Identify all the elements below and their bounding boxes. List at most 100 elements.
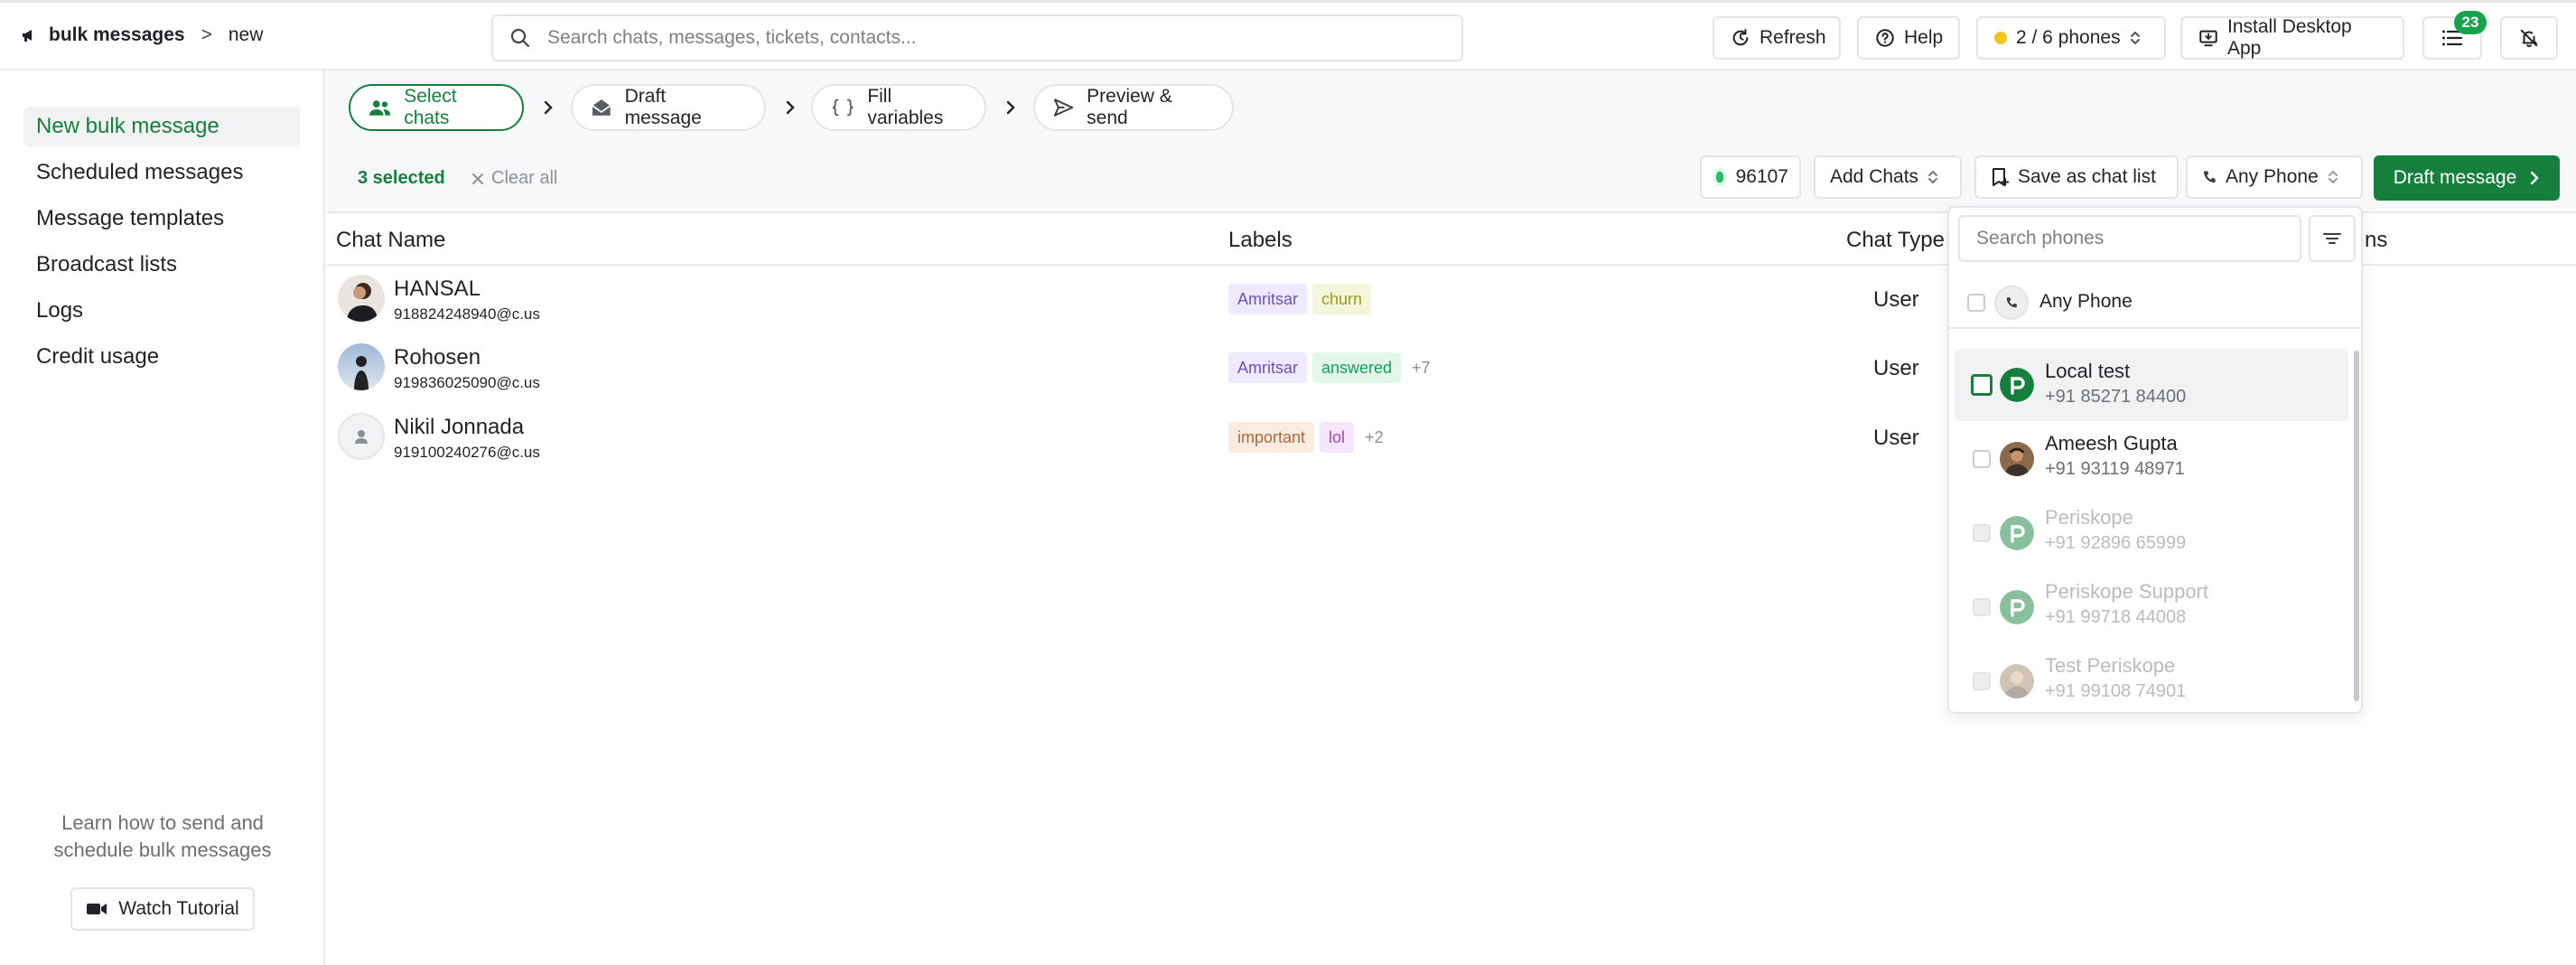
sidebar-item-logs[interactable]: Logs <box>23 291 300 331</box>
watch-tutorial-button[interactable]: Watch Tutorial <box>70 887 255 931</box>
phone-dropdown: Any Phone Local test +91 85271 84400 Ame… <box>1947 206 2363 714</box>
search-icon <box>510 28 530 48</box>
step-label: Fill variables <box>867 86 944 128</box>
phone-option[interactable]: Ameesh Gupta +91 93119 48971 <box>1955 423 2348 495</box>
breadcrumb-new: new <box>228 24 264 45</box>
checkbox[interactable] <box>1967 294 1985 312</box>
phone-number: +91 92896 65999 <box>2045 533 2187 553</box>
install-desktop-button[interactable]: Install Desktop App <box>2180 16 2404 60</box>
phone-name: Periskope <box>2045 506 2133 529</box>
step-label: Preview & send <box>1087 86 1172 128</box>
phone-option-disabled: Periskope +91 92896 65999 <box>1955 497 2348 569</box>
phone-icon <box>1994 286 2029 320</box>
save-chat-list-button[interactable]: Save as chat list <box>1974 155 2179 199</box>
breadcrumb-separator: > <box>201 24 212 45</box>
dropdown-scrollbar[interactable] <box>2354 351 2359 701</box>
video-camera-icon <box>87 904 107 914</box>
credits-balance: 96107 <box>1700 155 1801 199</box>
label-chip[interactable]: churn <box>1312 284 1372 314</box>
step-select-chats[interactable]: Select chats <box>349 84 524 131</box>
chevron-right-icon <box>544 100 553 115</box>
chat-type: User <box>1873 287 1919 312</box>
phone-option-any[interactable]: Any Phone <box>1949 276 2361 329</box>
wizard-steps: Select chats Draft message Fill variable… <box>327 70 2576 145</box>
checkbox[interactable] <box>1971 374 1993 396</box>
column-labels[interactable]: Labels <box>1228 228 1293 253</box>
add-chats-button[interactable]: Add Chats <box>1814 155 1962 199</box>
step-fill-variables[interactable]: Fill variables <box>811 84 986 131</box>
phone-name: Test Periskope <box>2045 654 2176 677</box>
phone-name: Local test <box>2045 360 2131 382</box>
chevron-updown-icon <box>1928 170 1938 184</box>
chat-id: 919100240276@c.us <box>394 444 540 461</box>
column-partial[interactable]: ns <box>2365 228 2387 253</box>
sidebar-item-scheduled-messages[interactable]: Scheduled messages <box>23 153 300 192</box>
draft-message-label: Draft message <box>2393 167 2517 188</box>
chat-labels: Amritsar answered +7 <box>1228 352 1431 383</box>
step-draft-message[interactable]: Draft message <box>571 84 766 131</box>
sidebar-item-new-bulk-message[interactable]: New bulk message <box>23 107 300 146</box>
column-chat-type[interactable]: Chat Type <box>1846 228 1945 253</box>
sidebar-item-broadcast-lists[interactable]: Broadcast lists <box>23 245 300 285</box>
phone-filter-label: Any Phone <box>2226 166 2319 187</box>
step-preview-send[interactable]: Preview & send <box>1033 84 1234 131</box>
global-search[interactable] <box>491 14 1463 61</box>
breadcrumb-bulk-messages[interactable]: bulk messages <box>49 24 185 46</box>
phone-number: +91 99718 44008 <box>2045 607 2187 627</box>
column-chat-name[interactable]: Chat Name <box>336 228 445 253</box>
envelope-open-icon <box>592 99 611 116</box>
chat-name: Rohosen <box>394 345 481 370</box>
periskope-logo-icon <box>2000 590 2034 624</box>
notification-count-badge: 23 <box>2454 11 2487 34</box>
phones-selector[interactable]: 2 / 6 phones <box>1976 16 2166 60</box>
more-labels-count[interactable]: +2 <box>1365 428 1384 447</box>
refresh-icon <box>1732 28 1749 46</box>
braces-icon <box>832 98 854 117</box>
checkbox-disabled <box>1973 524 1991 542</box>
phone-number: +91 99108 74901 <box>2045 681 2187 701</box>
label-chip[interactable]: Amritsar <box>1228 352 1307 383</box>
refresh-label: Refresh <box>1759 27 1826 48</box>
checkbox[interactable] <box>1973 450 1991 468</box>
label-chip[interactable]: answered <box>1312 352 1402 383</box>
phone-search-input[interactable] <box>1958 215 2301 262</box>
chevron-right-icon <box>2531 171 2539 185</box>
mute-notifications-button[interactable] <box>2500 16 2558 60</box>
avatar <box>2000 442 2034 476</box>
phone-status-dot <box>1994 32 2007 44</box>
help-button[interactable]: Help <box>1857 16 1960 60</box>
refresh-button[interactable]: Refresh <box>1713 16 1841 60</box>
credits-status-icon <box>1713 168 1727 186</box>
draft-message-button[interactable]: Draft message <box>2374 155 2560 201</box>
sidebar: New bulk message Scheduled messages Mess… <box>0 70 325 965</box>
phone-option-disabled: Periskope Support +91 99718 44008 <box>1955 571 2348 643</box>
phone-name: Periskope Support <box>2045 580 2208 603</box>
more-labels-count[interactable]: +7 <box>1412 359 1431 378</box>
phone-option[interactable]: Local test +91 85271 84400 <box>1955 349 2348 421</box>
add-chats-label: Add Chats <box>1830 166 1919 187</box>
sidebar-item-message-templates[interactable]: Message templates <box>23 199 300 239</box>
chat-labels: Amritsar churn <box>1228 284 1372 314</box>
phone-name: Ameesh Gupta <box>2045 432 2178 454</box>
clear-all-button[interactable]: Clear all <box>471 168 557 189</box>
phone-filter-button[interactable]: Any Phone <box>2186 155 2363 199</box>
chat-name: Nikil Jonnada <box>394 415 525 439</box>
users-icon <box>369 100 391 116</box>
chat-type: User <box>1873 356 1919 380</box>
breadcrumb: bulk messages > new <box>20 24 263 46</box>
label-chip[interactable]: lol <box>1320 422 1355 453</box>
phone-filter-toggle[interactable] <box>2309 215 2356 262</box>
label-chip[interactable]: Amritsar <box>1228 284 1307 314</box>
avatar-placeholder <box>338 413 385 460</box>
label-chip[interactable]: important <box>1228 422 1315 453</box>
selection-action-bar: 3 selected Clear all 96107 Add Chats Sav… <box>327 145 2576 213</box>
global-search-input[interactable] <box>547 27 1414 49</box>
send-icon <box>1053 98 1074 117</box>
top-bar: bulk messages > new Refresh Help 2 / 6 p… <box>0 0 2576 70</box>
step-label: Select chats <box>404 86 457 128</box>
megaphone-icon <box>20 26 38 44</box>
bookmark-plus-icon <box>1993 168 2009 186</box>
chat-id: 918824248940@c.us <box>394 305 540 323</box>
sidebar-item-credit-usage[interactable]: Credit usage <box>23 337 300 377</box>
checkbox-disabled <box>1973 672 1991 690</box>
